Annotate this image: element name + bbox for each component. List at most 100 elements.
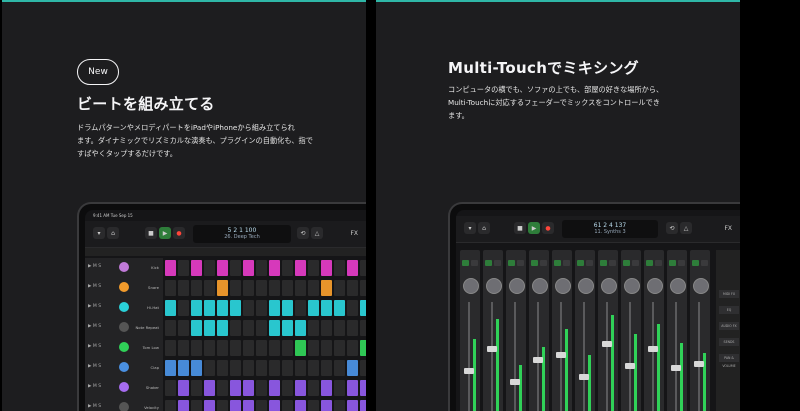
automation-button[interactable] <box>531 260 538 266</box>
track-controls[interactable]: ▶ M S <box>88 364 101 369</box>
step-cell[interactable] <box>243 380 254 396</box>
timeline-ruler[interactable] <box>85 248 366 256</box>
step-cell[interactable] <box>204 280 215 296</box>
pan-knob[interactable] <box>647 278 663 294</box>
step-cell[interactable] <box>334 320 345 336</box>
volume-fader[interactable] <box>464 368 474 374</box>
step-cell[interactable] <box>308 400 319 411</box>
step-cell[interactable] <box>347 380 358 396</box>
step-cell[interactable] <box>282 400 293 411</box>
step-cell[interactable] <box>347 260 358 276</box>
step-cell[interactable] <box>334 340 345 356</box>
track-header[interactable]: ▶ M S Clap <box>85 358 163 379</box>
pan-knob[interactable] <box>624 278 640 294</box>
pan-knob[interactable] <box>693 278 709 294</box>
step-cell[interactable] <box>178 300 189 316</box>
plugin-section-button[interactable]: PAN & VOLUME <box>719 354 739 368</box>
step-cell[interactable] <box>334 300 345 316</box>
step-cell[interactable] <box>165 400 176 411</box>
track-header[interactable]: ▶ M S Shaker <box>85 378 163 399</box>
channel-strip[interactable] <box>529 250 549 411</box>
step-cell[interactable] <box>217 380 228 396</box>
channel-strip[interactable] <box>460 250 480 411</box>
step-cell[interactable] <box>243 340 254 356</box>
step-cell[interactable] <box>360 340 366 356</box>
step-cell[interactable] <box>269 340 280 356</box>
track-controls[interactable]: ▶ M S <box>88 284 101 289</box>
step-cell[interactable] <box>256 320 267 336</box>
step-cell[interactable] <box>295 280 306 296</box>
step-cell[interactable] <box>360 400 366 411</box>
pan-knob[interactable] <box>532 278 548 294</box>
stop-button[interactable]: ■ <box>145 227 157 239</box>
step-cell[interactable] <box>347 360 358 376</box>
step-cell[interactable] <box>321 400 332 411</box>
channel-strip[interactable] <box>644 250 664 411</box>
channel-strip[interactable] <box>483 250 503 411</box>
step-cell[interactable] <box>334 260 345 276</box>
automation-button[interactable] <box>485 260 492 266</box>
automation-button[interactable] <box>554 260 561 266</box>
step-cell[interactable] <box>360 320 366 336</box>
step-cell[interactable] <box>230 360 241 376</box>
play-button[interactable]: ▶ <box>159 227 171 239</box>
volume-fader[interactable] <box>694 361 704 367</box>
step-cell[interactable] <box>256 280 267 296</box>
step-cell[interactable] <box>321 260 332 276</box>
step-cell[interactable] <box>269 280 280 296</box>
mute-button[interactable] <box>586 260 593 266</box>
step-cell[interactable] <box>191 260 202 276</box>
step-cell[interactable] <box>230 300 241 316</box>
step-cell[interactable] <box>191 320 202 336</box>
step-cell[interactable] <box>295 300 306 316</box>
step-cell[interactable] <box>321 380 332 396</box>
plugin-section-button[interactable]: EQ <box>719 306 739 314</box>
automation-button[interactable] <box>692 260 699 266</box>
step-cell[interactable] <box>282 340 293 356</box>
step-cell[interactable] <box>217 340 228 356</box>
step-cell[interactable] <box>334 380 345 396</box>
step-cell[interactable] <box>334 400 345 411</box>
track-header[interactable]: ▶ M S Hi-Hat <box>85 298 163 319</box>
step-cell[interactable] <box>269 400 280 411</box>
pan-knob[interactable] <box>555 278 571 294</box>
step-cell[interactable] <box>165 360 176 376</box>
step-cell[interactable] <box>360 360 366 376</box>
step-cell[interactable] <box>360 300 366 316</box>
automation-button[interactable] <box>623 260 630 266</box>
volume-fader[interactable] <box>579 374 589 380</box>
step-cell[interactable] <box>282 280 293 296</box>
track-header[interactable]: ▶ M S Snare <box>85 278 163 299</box>
step-cell[interactable] <box>243 300 254 316</box>
volume-fader[interactable] <box>648 346 658 352</box>
automation-button[interactable] <box>508 260 515 266</box>
track-controls[interactable]: ▶ M S <box>88 384 101 389</box>
record-button[interactable]: ● <box>542 222 554 234</box>
step-cell[interactable] <box>217 320 228 336</box>
step-cell[interactable] <box>360 380 366 396</box>
channel-strip[interactable] <box>506 250 526 411</box>
volume-fader[interactable] <box>625 363 635 369</box>
step-cell[interactable] <box>165 300 176 316</box>
step-cell[interactable] <box>165 340 176 356</box>
step-cell[interactable] <box>360 280 366 296</box>
step-cell[interactable] <box>204 380 215 396</box>
stop-button[interactable]: ■ <box>514 222 526 234</box>
step-cell[interactable] <box>178 400 189 411</box>
track-controls[interactable]: ▶ M S <box>88 304 101 309</box>
mute-button[interactable] <box>563 260 570 266</box>
step-cell[interactable] <box>204 340 215 356</box>
step-cell[interactable] <box>243 280 254 296</box>
fx-button[interactable]: FX <box>350 230 358 237</box>
step-cell[interactable] <box>321 280 332 296</box>
step-cell[interactable] <box>165 280 176 296</box>
channel-strip[interactable] <box>667 250 687 411</box>
metronome-icon[interactable]: △ <box>311 227 323 239</box>
mute-button[interactable] <box>517 260 524 266</box>
channel-strip[interactable] <box>552 250 572 411</box>
step-cell[interactable] <box>178 340 189 356</box>
channel-strip[interactable] <box>598 250 618 411</box>
pan-knob[interactable] <box>578 278 594 294</box>
track-controls[interactable]: ▶ M S <box>88 324 101 329</box>
automation-button[interactable] <box>577 260 584 266</box>
